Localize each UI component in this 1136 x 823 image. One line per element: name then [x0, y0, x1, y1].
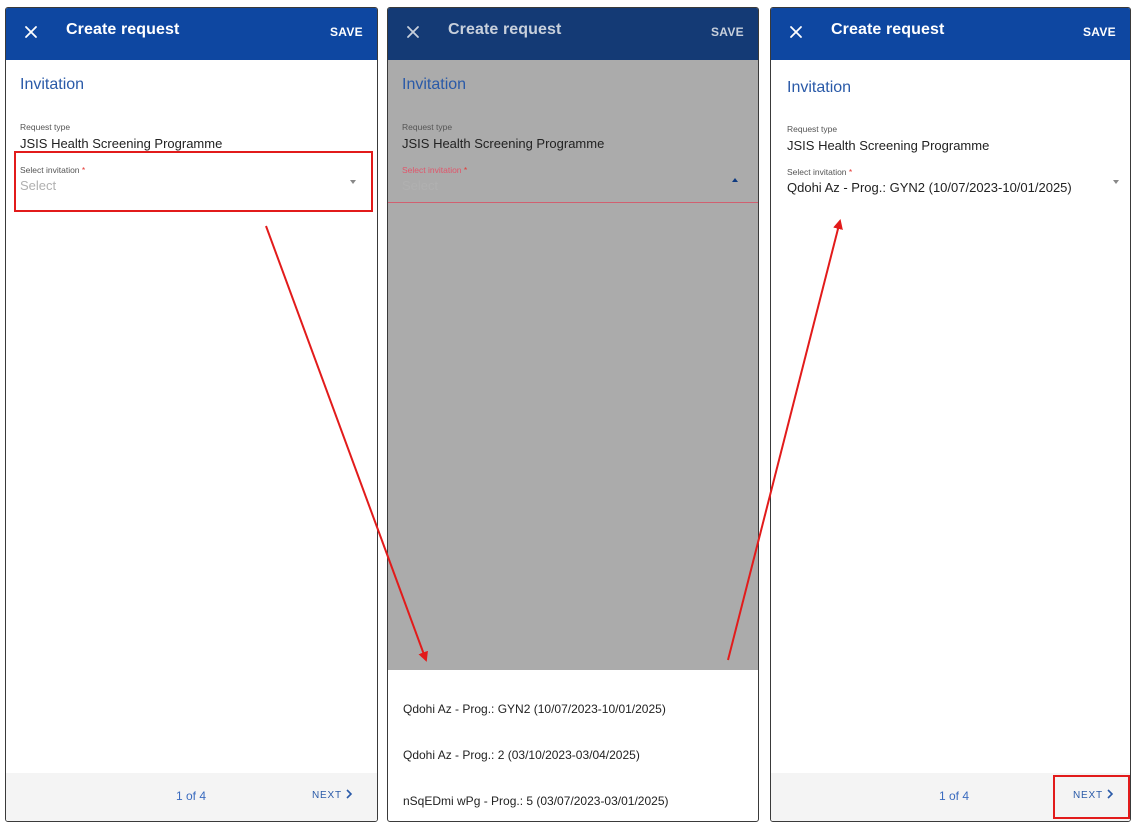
select-invitation-label: Select invitation *	[402, 165, 468, 175]
request-type-label: Request type	[402, 122, 453, 132]
field-underline	[388, 202, 758, 203]
select-invitation-placeholder: Select	[402, 178, 439, 193]
arrow-to-dropdown	[265, 225, 428, 662]
request-type-value: JSIS Health Screening Programme	[402, 136, 605, 151]
required-marker: *	[463, 165, 468, 175]
annotation-arrows	[265, 219, 843, 662]
section-title: Invitation	[402, 76, 467, 93]
dropdown-arrow-icon[interactable]	[732, 178, 738, 182]
arrow-to-selection	[727, 219, 843, 661]
